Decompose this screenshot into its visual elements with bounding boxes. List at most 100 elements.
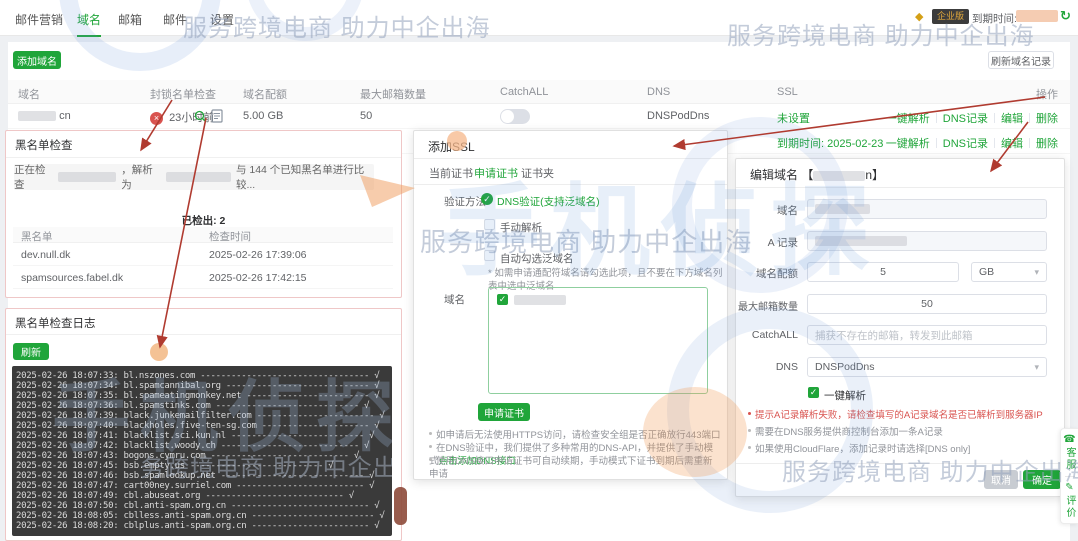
dns-field-label: DNS [736, 361, 798, 373]
dns-records-link[interactable]: DNS记录 [943, 138, 988, 150]
auto-wildcard-label[interactable]: 自动勾选泛域名 [500, 251, 574, 266]
tab-mailbox[interactable]: 邮箱 [118, 11, 142, 28]
tab-current-cert[interactable]: 当前证书 [429, 165, 473, 181]
add-domain-button[interactable]: 添加域名 [13, 51, 61, 69]
edit-note-error: 提示A记录解析失败，请检查填写的A记录域名是否已解析到服务器IP [748, 409, 1053, 422]
detected-count: 已检出: 2 [6, 213, 401, 228]
panel-title: 黑名单检查 [15, 137, 73, 153]
customer-service-icon[interactable]: ☎ [1063, 434, 1075, 445]
domain-item-checkbox[interactable]: ✓ [497, 294, 508, 305]
catchall-toggle[interactable] [500, 109, 530, 124]
a-record-field [807, 231, 1047, 251]
manual-resolve-checkbox[interactable] [484, 219, 495, 230]
domain-select-list[interactable]: ✓ [488, 287, 708, 394]
expiry-date-redacted [1016, 10, 1058, 22]
quota-field[interactable]: 5 [807, 262, 959, 282]
resolve-link[interactable]: 一键解析 [886, 113, 930, 125]
domain-field-label: 域名 [736, 203, 798, 218]
col-quota: 域名配额 [243, 86, 287, 102]
col-actions: 操作 [1036, 86, 1058, 102]
edit-domain-modal: 编辑域名 【n】 域名 A 记录 域名配额 5 GB ▾ 最大邮箱数量 50 C… [735, 158, 1065, 497]
dns-cell: DNSPodDns [647, 110, 709, 122]
modal-title: 添加SSL [428, 138, 475, 155]
tab-email-marketing[interactable]: 邮件营销 [15, 11, 63, 28]
domain-field [807, 199, 1047, 219]
max-mailboxes-cell: 50 [360, 110, 372, 122]
log-document-icon[interactable] [211, 109, 223, 123]
tab-settings[interactable]: 设置 [210, 11, 234, 28]
quota-field-label: 域名配额 [736, 266, 798, 281]
col-blocklist-check: 封锁名单检查 [150, 86, 216, 102]
delete-link[interactable]: 删除 [1036, 138, 1058, 150]
ssl-note: 如申请后无法使用HTTPS访问，请检查安全组是否正确放行443端口 [429, 429, 721, 442]
edit-note: 需要在DNS服务提供商控制台添加一条A记录 [748, 426, 1053, 439]
feedback-link[interactable]: 评价 [1062, 495, 1077, 519]
modal-title: 编辑域名 【n】 [750, 166, 884, 183]
cancel-button[interactable]: 取消 [984, 470, 1018, 489]
blacklist-check-panel: 黑名单检查 正在检查 ，解析为 与 144 个已知黑名单进行比较... 已检出:… [5, 130, 402, 298]
quota-cell: 5.00 GB [243, 110, 283, 122]
domain-table-header: 域名 封锁名单检查 域名配额 最大邮箱数量 CatchALL DNS SSL 操… [8, 80, 1070, 104]
edit-note: 如果使用CloudFlare，添加记录时请选择[DNS only] [748, 443, 1053, 456]
dns-records-link[interactable]: DNS记录 [943, 113, 988, 125]
apply-cert-button[interactable]: 申请证书 [478, 403, 530, 421]
chevron-down-icon: ▾ [1034, 362, 1039, 373]
verify-method-label: 验证方法 [444, 194, 486, 209]
blacklist-row: dev.null.dk 2025-02-26 17:39:06 [13, 244, 393, 266]
col-domain: 域名 [18, 86, 40, 102]
catchall-field[interactable]: 捕获不存在的邮箱，转发到此邮箱 [807, 325, 1047, 345]
checking-ip-redacted [166, 172, 231, 182]
tab-mail[interactable]: 邮件 [163, 11, 187, 28]
auto-wildcard-checkbox[interactable] [484, 250, 495, 261]
max-mailboxes-field-label: 最大邮箱数量 [736, 298, 798, 313]
log-terminal[interactable]: 2025-02-26 18:07:33: bl.nszones.com ----… [12, 366, 392, 536]
plan-badge: 企业版 [932, 9, 969, 24]
tab-cert-folder[interactable]: 证书夹 [521, 165, 554, 181]
magnifier-icon[interactable] [194, 110, 207, 123]
tab-domain[interactable]: 域名 [77, 11, 101, 28]
quota-unit-select[interactable]: GB ▾ [971, 262, 1047, 282]
edit-domain-redacted [813, 171, 865, 181]
dns-verify-radio[interactable]: ✓ [481, 193, 493, 205]
checking-domain-redacted [58, 172, 116, 182]
col-dns: DNS [647, 86, 670, 98]
confirm-button[interactable]: 确定 [1023, 470, 1061, 489]
col-catchall: CatchALL [500, 86, 548, 98]
row-actions: 一键解析 DNS记录 编辑 删除 [886, 135, 1058, 151]
domain-redacted [18, 111, 56, 121]
blacklisted-icon: × [150, 112, 163, 125]
edit-link[interactable]: 编辑 [1001, 113, 1023, 125]
one-click-resolve-checkbox[interactable]: ✓ [808, 387, 819, 398]
edit-link[interactable]: 编辑 [1001, 138, 1023, 150]
col-blacklist: 黑名单 [21, 229, 53, 244]
ssl-domain-label: 域名 [444, 292, 465, 307]
feedback-icon[interactable]: ✎ [1065, 482, 1073, 493]
catchall-field-label: CatchALL [736, 329, 798, 341]
refresh-log-button[interactable]: 刷新 [13, 343, 49, 360]
tab-apply-cert[interactable]: 申请证书 [474, 165, 518, 181]
renew-icon[interactable]: ↻ [1060, 8, 1071, 24]
checking-status: 正在检查 ，解析为 与 144 个已知黑名单进行比较... [14, 164, 374, 190]
ssl-expiry: 到期时间: 2025-02-23 [777, 135, 883, 151]
col-max-mailboxes: 最大邮箱数量 [360, 86, 426, 102]
ssl-note: 使用DNS接口申请证书可自动续期，手动模式下证书到期后需重新申请 [429, 455, 721, 481]
table-row: cn × 23小时前 5.00 GB 50 DNSPodDns 未设置 一键解析… [8, 104, 1070, 129]
domain-cell: cn [18, 110, 71, 122]
resolve-link[interactable]: 一键解析 [886, 138, 930, 150]
manual-resolve-label[interactable]: 手动解析 [500, 220, 542, 235]
refresh-domain-records-button[interactable]: 刷新域名记录 [988, 51, 1054, 69]
dns-provider-select[interactable]: DNSPodDns ▾ [807, 357, 1047, 377]
floating-sidebar: ☎ 客服 ✎ 评价 [1060, 428, 1078, 524]
chevron-down-icon: ▾ [1034, 267, 1039, 278]
one-click-resolve-label[interactable]: 一键解析 [824, 388, 866, 403]
delete-link[interactable]: 删除 [1036, 113, 1058, 125]
customer-service-link[interactable]: 客服 [1062, 447, 1077, 471]
add-ssl-modal: 添加SSL 当前证书 申请证书 证书夹 验证方法 ✓ DNS验证(支持泛域名) … [413, 130, 728, 480]
top-navbar: 邮件营销 域名 邮箱 邮件 设置 ◆ 企业版 到期时间: ↻ [0, 0, 1078, 36]
blacklist-row: spamsources.fabel.dk 2025-02-26 17:42:15 [13, 267, 393, 289]
panel-title: 黑名单检查日志 [15, 315, 96, 331]
max-mailboxes-field[interactable]: 50 [807, 294, 1047, 314]
dns-verify-label[interactable]: DNS验证(支持泛域名) [497, 194, 600, 209]
ssl-status[interactable]: 未设置 [777, 110, 810, 126]
diamond-icon: ◆ [915, 10, 923, 23]
